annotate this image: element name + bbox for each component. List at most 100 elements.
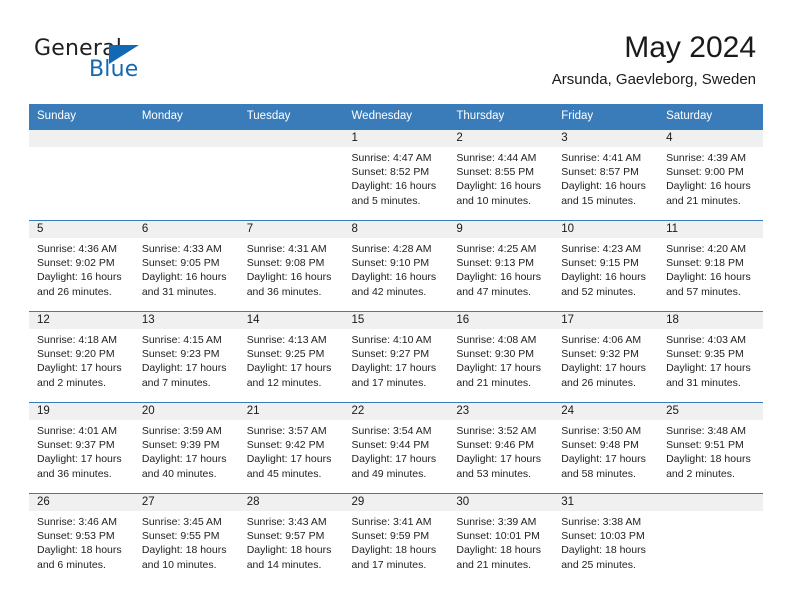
calendar-day-cell[interactable]: 26 Sunrise: 3:46 AM Sunset: 9:53 PM Dayligh… [29, 493, 134, 584]
calendar-day-cell[interactable]: 2 Sunrise: 4:44 AM Sunset: 8:55 PM Daylight… [448, 129, 554, 221]
sunset-text: Sunset: 9:44 PM [351, 439, 430, 452]
calendar-day-cell[interactable]: 9 Sunrise: 4:25 AM Sunset: 9:13 PM Daylight… [448, 220, 554, 312]
day-cell-inner: 13 Sunrise: 4:15 AM Sunset: 9:23 PM Dayligh… [133, 312, 239, 400]
daylight-text: Daylight: 17 hours and 7 minutes. [141, 362, 227, 389]
calendar-day-cell[interactable]: 27 Sunrise: 3:45 AM Sunset: 9:55 PM Dayligh… [133, 493, 239, 584]
daylight-text: Daylight: 17 hours and 53 minutes. [456, 453, 542, 480]
day-cell-details: Sunrise: 4:03 AM Sunset: 9:35 PM Daylight:… [658, 329, 763, 390]
daylight-text: Daylight: 16 hours and 47 minutes. [456, 271, 542, 298]
day-cell-inner: 31 Sunrise: 3:38 AM Sunset: 10:03 PM Daylig… [553, 494, 659, 582]
sunset-text: Sunset: 9:05 PM [141, 257, 220, 270]
calendar-day-cell[interactable]: 10 Sunrise: 4:23 AM Sunset: 9:15 PM Dayligh… [553, 220, 659, 312]
day-cell-details: Sunrise: 4:39 AM Sunset: 9:00 PM Daylight:… [658, 147, 763, 208]
calendar-day-cell[interactable]: 4 Sunrise: 4:39 AM Sunset: 9:00 PM Daylight… [658, 129, 763, 221]
sunset-text: Sunset: 9:23 PM [141, 348, 220, 361]
calendar-day-cell[interactable]: 3 Sunrise: 4:41 AM Sunset: 8:57 PM Daylight… [553, 129, 659, 221]
day-number: 4 [658, 130, 763, 147]
day-cell-details: Sunrise: 4:13 AM Sunset: 9:25 PM Daylight:… [239, 329, 344, 390]
sunrise-text: Sunrise: 3:38 AM [561, 516, 642, 528]
calendar-day-cell[interactable]: 21 Sunrise: 3:57 AM Sunset: 9:42 PM Dayligh… [238, 402, 344, 494]
sunset-text: Sunset: 9:35 PM [666, 348, 744, 361]
weekday-header-friday: Friday [553, 104, 659, 130]
calendar-day-cell[interactable]: 8 Sunrise: 4:28 AM Sunset: 9:10 PM Daylight… [343, 220, 449, 312]
calendar-day-cell[interactable]: 20 Sunrise: 3:59 AM Sunset: 9:39 PM Dayligh… [133, 402, 239, 494]
sunset-text: Sunset: 9:00 PM [666, 166, 744, 179]
calendar-day-cell[interactable]: 11 Sunrise: 4:20 AM Sunset: 9:18 PM Dayligh… [658, 220, 763, 312]
daylight-text: Daylight: 17 hours and 31 minutes. [666, 362, 751, 389]
calendar-day-cell[interactable]: 29 Sunrise: 3:41 AM Sunset: 9:59 PM Dayligh… [343, 493, 449, 584]
calendar-day-cell[interactable]: 30 Sunrise: 3:39 AM Sunset: 10:01 PM Daylig… [448, 493, 554, 584]
day-cell-inner: 12 Sunrise: 4:18 AM Sunset: 9:20 PM Dayligh… [29, 312, 134, 400]
day-cell-inner: 17 Sunrise: 4:06 AM Sunset: 9:32 PM Dayligh… [553, 312, 659, 400]
calendar-day-cell[interactable]: 14 Sunrise: 4:13 AM Sunset: 9:25 PM Dayligh… [238, 311, 344, 403]
calendar-day-cell[interactable]: 6 Sunrise: 4:33 AM Sunset: 9:05 PM Daylight… [133, 220, 239, 312]
calendar-day-cell[interactable]: 15 Sunrise: 4:10 AM Sunset: 9:27 PM Dayligh… [343, 311, 449, 403]
calendar-day-cell[interactable]: 18 Sunrise: 4:03 AM Sunset: 9:35 PM Dayligh… [658, 311, 763, 403]
day-number: 18 [658, 312, 763, 329]
sunset-text: Sunset: 9:46 PM [456, 439, 535, 452]
sunrise-text: Sunrise: 4:03 AM [666, 334, 747, 346]
daylight-text: Daylight: 17 hours and 45 minutes. [246, 453, 332, 480]
day-cell-details: Sunrise: 4:33 AM Sunset: 9:05 PM Daylight:… [134, 238, 239, 299]
sunset-text: Sunset: 8:57 PM [561, 166, 639, 179]
calendar-day-cell[interactable]: 17 Sunrise: 4:06 AM Sunset: 9:32 PM Dayligh… [553, 311, 659, 403]
day-cell-details: Sunrise: 4:18 AM Sunset: 9:20 PM Daylight:… [29, 329, 134, 390]
day-number: 21 [238, 403, 344, 420]
calendar-day-cell[interactable]: 16 Sunrise: 4:08 AM Sunset: 9:30 PM Dayligh… [448, 311, 554, 403]
day-cell-details: Sunrise: 4:31 AM Sunset: 9:08 PM Daylight:… [239, 238, 344, 299]
sunrise-text: Sunrise: 4:15 AM [141, 334, 222, 346]
daylight-text: Daylight: 18 hours and 25 minutes. [561, 544, 646, 571]
calendar-page: General Blue May 2024 Arsunda, Gaevlebor… [0, 0, 792, 612]
day-cell-inner: 4 Sunrise: 4:39 AM Sunset: 9:00 PM Daylight… [658, 130, 763, 218]
sunset-text: Sunset: 9:32 PM [561, 348, 639, 361]
daylight-text: Daylight: 16 hours and 21 minutes. [666, 180, 751, 207]
day-cell-inner: 19 Sunrise: 4:01 AM Sunset: 9:37 PM Dayligh… [29, 403, 134, 491]
day-cell-inner: 9 Sunrise: 4:25 AM Sunset: 9:13 PM Daylight… [448, 221, 554, 309]
general-blue-logo[interactable]: General Blue [34, 36, 224, 86]
calendar-container: Sunday Monday Tuesday Wednesday Thursday… [29, 104, 763, 584]
day-number: 16 [448, 312, 554, 329]
sunset-text: Sunset: 9:59 PM [351, 530, 430, 543]
sunrise-text: Sunrise: 4:06 AM [561, 334, 642, 346]
day-cell-details: Sunrise: 4:20 AM Sunset: 9:18 PM Daylight:… [658, 238, 763, 299]
day-cell-inner [658, 494, 763, 582]
calendar-day-cell[interactable]: 25 Sunrise: 3:48 AM Sunset: 9:51 PM Dayligh… [658, 402, 763, 494]
calendar-day-cell[interactable]: 12 Sunrise: 4:18 AM Sunset: 9:20 PM Dayligh… [29, 311, 134, 403]
calendar-day-cell[interactable]: 19 Sunrise: 4:01 AM Sunset: 9:37 PM Dayligh… [29, 402, 134, 494]
calendar-day-cell[interactable]: 23 Sunrise: 3:52 AM Sunset: 9:46 PM Dayligh… [448, 402, 554, 494]
day-cell-details: Sunrise: 4:23 AM Sunset: 9:15 PM Daylight:… [553, 238, 658, 299]
sunset-text: Sunset: 9:42 PM [246, 439, 325, 452]
sunset-text: Sunset: 9:30 PM [456, 348, 535, 361]
day-number: 28 [238, 494, 344, 511]
daylight-text: Daylight: 17 hours and 21 minutes. [456, 362, 542, 389]
calendar-day-cell[interactable]: 5 Sunrise: 4:36 AM Sunset: 9:02 PM Daylight… [29, 220, 134, 312]
calendar-day-cell[interactable]: 13 Sunrise: 4:15 AM Sunset: 9:23 PM Dayligh… [133, 311, 239, 403]
calendar-day-cell[interactable]: 28 Sunrise: 3:43 AM Sunset: 9:57 PM Dayligh… [238, 493, 344, 584]
calendar-day-cell[interactable]: 31 Sunrise: 3:38 AM Sunset: 10:03 PM Daylig… [553, 493, 659, 584]
day-number: 30 [448, 494, 554, 511]
day-cell-details: Sunrise: 3:38 AM Sunset: 10:03 PM Daylight… [553, 511, 658, 572]
day-cell-inner: 3 Sunrise: 4:41 AM Sunset: 8:57 PM Daylight… [553, 130, 659, 218]
calendar-week-row: 12 Sunrise: 4:18 AM Sunset: 9:20 PM Dayligh… [29, 311, 763, 403]
day-number: 10 [553, 221, 659, 238]
sunset-text: Sunset: 9:25 PM [246, 348, 325, 361]
daylight-text: Daylight: 16 hours and 52 minutes. [561, 271, 646, 298]
day-number: 3 [553, 130, 659, 147]
day-number: 22 [343, 403, 449, 420]
daylight-text: Daylight: 16 hours and 5 minutes. [351, 180, 437, 207]
sunset-text: Sunset: 9:15 PM [561, 257, 639, 270]
day-number [29, 130, 134, 147]
sunrise-text: Sunrise: 4:31 AM [246, 243, 327, 255]
calendar-day-cell[interactable]: 24 Sunrise: 3:50 AM Sunset: 9:48 PM Dayligh… [553, 402, 659, 494]
day-cell-inner: 30 Sunrise: 3:39 AM Sunset: 10:01 PM Daylig… [448, 494, 554, 582]
day-cell-details: Sunrise: 4:15 AM Sunset: 9:23 PM Daylight:… [134, 329, 239, 390]
day-number: 20 [133, 403, 239, 420]
sunrise-text: Sunrise: 3:54 AM [351, 425, 432, 437]
sunrise-text: Sunrise: 4:01 AM [37, 425, 117, 437]
calendar-day-cell[interactable]: 22 Sunrise: 3:54 AM Sunset: 9:44 PM Dayligh… [343, 402, 449, 494]
calendar-day-cell[interactable]: 1 Sunrise: 4:47 AM Sunset: 8:52 PM Daylight… [343, 129, 449, 221]
sunrise-text: Sunrise: 3:45 AM [141, 516, 222, 528]
day-cell-inner: 24 Sunrise: 3:50 AM Sunset: 9:48 PM Dayligh… [553, 403, 659, 491]
calendar-day-cell[interactable]: 7 Sunrise: 4:31 AM Sunset: 9:08 PM Daylight… [238, 220, 344, 312]
sunrise-text: Sunrise: 3:43 AM [246, 516, 327, 528]
